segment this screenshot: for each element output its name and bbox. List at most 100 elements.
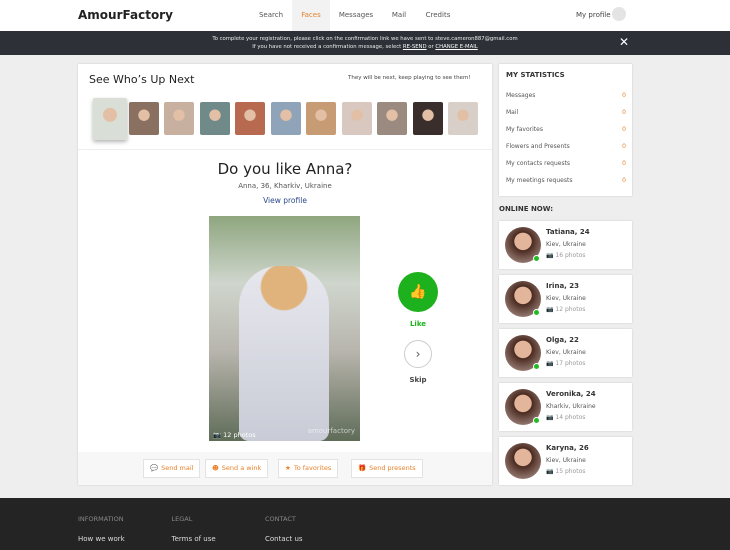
person-city: Kiev, Ukraine [546, 457, 586, 464]
stat-label: Messages [506, 92, 536, 99]
nav-search[interactable]: Search [253, 0, 289, 31]
skip-label: Skip [409, 376, 427, 384]
online-person-card[interactable]: Irina, 23 Kiev, Ukraine 📷 12 photos [499, 275, 632, 323]
up-next-thumbnail[interactable] [448, 102, 478, 135]
online-person-card[interactable]: Olga, 22 Kiev, Ukraine 📷 17 photos [499, 329, 632, 377]
stat-row[interactable]: 0 Flowers and Presents [506, 143, 626, 150]
my-profile-link[interactable]: My profile [576, 11, 611, 19]
send-wink-button[interactable]: ☻ Send a wink [205, 459, 269, 478]
nav-mail[interactable]: Mail [382, 0, 416, 31]
view-profile-link[interactable]: View profile [78, 196, 492, 205]
up-next-thumbnail[interactable] [270, 102, 301, 135]
stat-value: 0 [622, 160, 626, 167]
up-next-thumbnail[interactable] [164, 102, 194, 135]
online-indicator [533, 309, 540, 316]
camera-icon: 📷 [546, 252, 554, 259]
stat-row[interactable]: 0 My contacts requests [506, 160, 626, 167]
footer-link[interactable]: Terms of use [172, 535, 216, 543]
stat-label: My favorites [506, 126, 543, 133]
online-person-card[interactable]: Karyna, 26 Kiev, Ukraine 📷 15 photos [499, 437, 632, 485]
stat-value: 0 [622, 143, 626, 150]
up-next-thumbnail[interactable] [199, 102, 230, 135]
logo[interactable]: AmourFactory [78, 8, 173, 22]
resend-link[interactable]: RE-SEND [403, 44, 427, 50]
stat-row[interactable]: 0 My favorites [506, 126, 626, 133]
person-photos: 📷 15 photos [546, 468, 585, 475]
up-next-note: They will be next, keep playing to see t… [348, 75, 471, 81]
person-name[interactable]: Karyna, 26 [546, 444, 589, 452]
stat-label: My contacts requests [506, 160, 571, 167]
wink-icon: ☻ [212, 464, 219, 472]
up-next-thumbnail[interactable] [93, 98, 127, 140]
photo-count: 📷 12 photos [213, 431, 256, 439]
footer-link[interactable]: Contact us [265, 535, 303, 543]
stat-value: 0 [622, 92, 626, 99]
stat-label: Flowers and Presents [506, 143, 570, 150]
person-name[interactable]: Olga, 22 [546, 336, 579, 344]
up-next-thumbnail[interactable] [235, 102, 265, 135]
up-next-thumbnail[interactable] [128, 102, 159, 135]
watermark: amourfactory [307, 427, 355, 435]
camera-icon: 📷 [546, 414, 554, 421]
photo-count-label: 12 photos [223, 431, 256, 439]
person-city: Kiev, Ukraine [546, 295, 586, 302]
person-photos: 📷 12 photos [546, 306, 585, 313]
person-photos: 📷 16 photos [546, 252, 585, 259]
to-favorites-label: To favorites [293, 464, 332, 472]
send-presents-label: Send presents [369, 464, 416, 472]
skip-button[interactable]: › [404, 340, 432, 368]
person-city: Kiev, Ukraine [546, 349, 586, 356]
photo-count-label: 15 photos [555, 468, 586, 475]
divider [78, 149, 492, 150]
avatar[interactable] [612, 7, 626, 21]
person-name[interactable]: Irina, 23 [546, 282, 579, 290]
like-button[interactable]: 👍 [398, 272, 438, 312]
nav-credits[interactable]: Credits [420, 0, 456, 31]
online-indicator [533, 363, 540, 370]
footer-heading: CONTACT [265, 515, 296, 523]
star-icon: ★ [285, 464, 291, 472]
online-person-card[interactable]: Tatiana, 24 Kiev, Ukraine 📷 16 photos [499, 221, 632, 269]
stat-row[interactable]: 0 Mail [506, 109, 626, 116]
person-photos: 📷 14 photos [546, 414, 585, 421]
nav-faces[interactable]: Faces [292, 0, 330, 31]
gift-icon: 🎁 [358, 464, 367, 472]
stat-value: 0 [622, 177, 626, 184]
person-name[interactable]: Veronika, 24 [546, 390, 596, 398]
footer-heading: LEGAL [171, 515, 193, 523]
camera-icon: 📷 [546, 468, 554, 475]
up-next-thumbnail[interactable] [377, 102, 407, 135]
stat-label: My meetings requests [506, 177, 573, 184]
statistics-title: MY STATISTICS [506, 71, 565, 79]
online-person-card[interactable]: Veronika, 24 Kharkiv, Ukraine 📷 14 photos [499, 383, 632, 431]
stat-row[interactable]: 0 Messages [506, 92, 626, 99]
online-now-title: ONLINE NOW: [499, 205, 554, 213]
camera-icon: 📷 [546, 360, 554, 367]
photo-count-label: 12 photos [555, 306, 586, 313]
send-mail-label: Send mail [161, 464, 194, 472]
person-city: Kiev, Ukraine [546, 241, 586, 248]
up-next-thumbnail[interactable] [412, 102, 443, 135]
send-mail-button[interactable]: 💬 Send mail [143, 459, 201, 478]
to-favorites-button[interactable]: ★ To favorites [278, 459, 339, 478]
stat-row[interactable]: 0 My meetings requests [506, 177, 626, 184]
send-presents-button[interactable]: 🎁 Send presents [351, 459, 423, 478]
profile-photo[interactable]: 📷 12 photos amourfactory [209, 216, 360, 441]
person-avatar[interactable] [505, 443, 541, 479]
send-wink-label: Send a wink [221, 464, 262, 472]
up-next-thumbnail[interactable] [341, 102, 372, 135]
online-indicator [533, 417, 540, 424]
up-next-thumbnail[interactable] [306, 102, 336, 135]
banner-or: or [428, 44, 434, 50]
camera-icon: 📷 [213, 431, 222, 439]
stat-value: 0 [622, 126, 626, 133]
person-name[interactable]: Tatiana, 24 [546, 228, 590, 236]
person-photos: 📷 17 photos [546, 360, 585, 367]
nav-messages[interactable]: Messages [334, 0, 378, 31]
close-icon[interactable]: ✕ [619, 35, 629, 49]
chat-icon: 💬 [150, 464, 159, 472]
chevron-right-icon: › [415, 347, 421, 361]
profile-subtitle: Anna, 36, Kharkiv, Ukraine [238, 182, 332, 190]
change-email-link[interactable]: CHANGE E-MAIL [435, 44, 477, 50]
footer-link[interactable]: How we work [78, 535, 125, 543]
